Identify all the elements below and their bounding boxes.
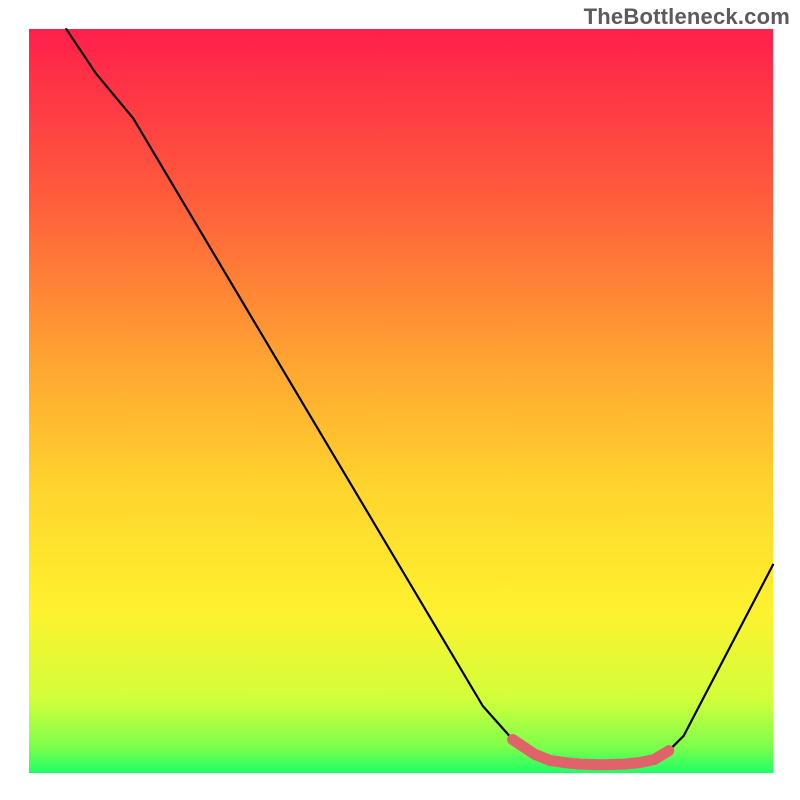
- chart-stage: { "watermark": { "text": "TheBottleneck.…: [0, 0, 800, 800]
- chart-svg: [0, 0, 800, 800]
- plot-area: [29, 29, 773, 773]
- watermark-label: TheBottleneck.com: [584, 4, 790, 30]
